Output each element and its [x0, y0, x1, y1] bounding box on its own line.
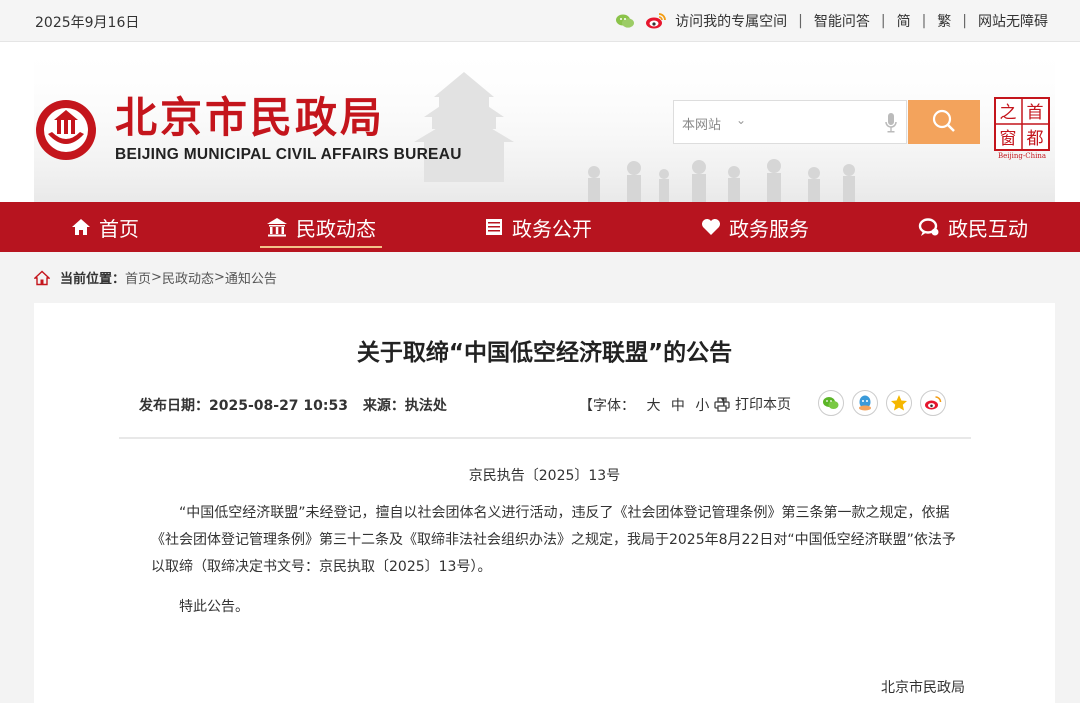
traditional-link[interactable]: 繁: [937, 11, 951, 31]
divider: [119, 437, 971, 439]
print-button[interactable]: 打印本页: [714, 394, 791, 414]
weibo-icon: [925, 396, 942, 410]
share-qzone-button[interactable]: [886, 390, 912, 416]
site-header: 北京市民政局 BEIJING MUNICIPAL CIVIL AFFAIRS B…: [0, 42, 1080, 202]
search-box: 本网站 ⌄: [673, 100, 907, 144]
search-scope-select[interactable]: 本网站: [682, 114, 721, 133]
publish-date: 2025-08-27 10:53: [209, 398, 348, 414]
main-nav: 首页 民政动态 政务公开 政务服务 政民互动: [0, 202, 1080, 252]
search-icon: [932, 109, 955, 132]
qzone-icon: [891, 395, 907, 411]
separator: |: [921, 13, 927, 29]
chat-icon: [918, 218, 939, 236]
wechat-icon: [823, 397, 839, 409]
font-size-label: 【字体：: [579, 398, 635, 414]
breadcrumb-civil-news[interactable]: 民政动态: [162, 268, 214, 287]
share-qq-button[interactable]: [852, 390, 878, 416]
top-bar: 2025年9月16日 访问我的专属空间 | 智能问答 | 简 | 繁 | 网站无…: [0, 0, 1080, 42]
top-links: 访问我的专属空间 | 智能问答 | 简 | 繁 | 网站无障碍: [615, 11, 1048, 31]
nav-item-label: 政务服务: [729, 216, 809, 241]
active-tab-indicator: [260, 246, 382, 248]
smart-qa-link[interactable]: 智能问答: [814, 11, 870, 31]
search-button[interactable]: [908, 100, 980, 144]
heart-icon: [702, 219, 720, 235]
search-input[interactable]: [754, 109, 878, 137]
nav-item-label: 政务公开: [512, 216, 592, 241]
source-label: 来源：: [362, 398, 405, 414]
separator: |: [962, 13, 967, 29]
nav-item-home[interactable]: 首页: [71, 202, 139, 252]
article-title: 关于取缔“中国低空经济联盟”的公告: [356, 340, 733, 366]
chevron-down-icon[interactable]: ⌄: [736, 113, 746, 127]
share-weibo-button[interactable]: [920, 390, 946, 416]
article-closing: 特此公告。: [179, 599, 249, 615]
current-date: 2025年9月16日: [35, 15, 140, 31]
breadcrumb-prefix: 当前位置：: [60, 272, 126, 287]
weibo-icon[interactable]: [645, 11, 667, 31]
my-space-link[interactable]: 访问我的专属空间: [675, 11, 787, 31]
site-name-cn[interactable]: 北京市民政局: [115, 94, 385, 142]
nav-item-gov-disclosure[interactable]: 政务公开: [484, 202, 592, 252]
bureau-emblem-logo: [36, 100, 96, 160]
font-size-small[interactable]: 小: [695, 398, 709, 414]
wechat-icon[interactable]: [615, 11, 635, 31]
breadcrumb-separator: >: [213, 270, 225, 285]
nav-item-label: 政民互动: [948, 216, 1028, 241]
nav-item-label: 首页: [99, 216, 139, 241]
breadcrumb: 当前位置： 首页 > 民政动态 > 通知公告: [34, 268, 277, 287]
capital-logo-char: 都: [1027, 129, 1044, 149]
simplified-link[interactable]: 简: [897, 11, 911, 31]
document-number: 京民执告〔2025〕13号: [468, 468, 621, 484]
site-name-en[interactable]: BEIJING MUNICIPAL CIVIL AFFAIRS BUREAU: [115, 146, 462, 164]
breadcrumb-home[interactable]: 首页: [125, 268, 151, 287]
capital-logo-char: 窗: [1000, 129, 1017, 149]
nav-item-civil-news[interactable]: 民政动态: [260, 202, 382, 252]
capital-logo-en: Beijing-China: [998, 152, 1046, 160]
nav-item-gov-services[interactable]: 政务服务: [701, 202, 809, 252]
source-value: 执法处: [404, 398, 447, 414]
home-icon: [34, 270, 50, 285]
share-wechat-button[interactable]: [818, 390, 844, 416]
capital-logo-char: 之: [1000, 103, 1017, 123]
separator: |: [880, 13, 886, 29]
font-size-large[interactable]: 大: [646, 398, 660, 414]
temple-icon: [267, 218, 287, 237]
article-meta: 发布日期：2025-08-27 10:53 来源：执法处: [139, 395, 457, 415]
home-icon: [72, 219, 90, 235]
article-panel: 关于取缔“中国低空经济联盟”的公告 发布日期：2025-08-27 10:53 …: [34, 303, 1055, 703]
print-label: 打印本页: [735, 397, 791, 413]
breadcrumb-separator: >: [151, 270, 162, 285]
qq-icon: [859, 395, 871, 411]
document-icon: [486, 219, 502, 235]
accessibility-link[interactable]: 网站无障碍: [978, 11, 1048, 31]
nav-item-label: 民政动态: [296, 216, 376, 241]
share-buttons: [818, 390, 954, 416]
printer-icon: [714, 396, 730, 412]
microphone-icon[interactable]: [884, 112, 898, 134]
breadcrumb-notices[interactable]: 通知公告: [225, 268, 277, 287]
capital-window-logo[interactable]: 首 都 之 窗 Beijing-China: [992, 96, 1052, 160]
publish-date-label: 发布日期：: [139, 398, 209, 414]
font-size-medium[interactable]: 中: [671, 398, 685, 414]
nav-item-interaction[interactable]: 政民互动: [918, 202, 1028, 252]
separator: |: [798, 13, 803, 29]
capital-logo-char: 首: [1027, 103, 1044, 123]
article-body: “中国低空经济联盟”未经登记，擅自以社会团体名义进行活动，违反了《社会团体登记管…: [151, 505, 956, 575]
article-signature: 北京市民政局: [881, 680, 965, 696]
